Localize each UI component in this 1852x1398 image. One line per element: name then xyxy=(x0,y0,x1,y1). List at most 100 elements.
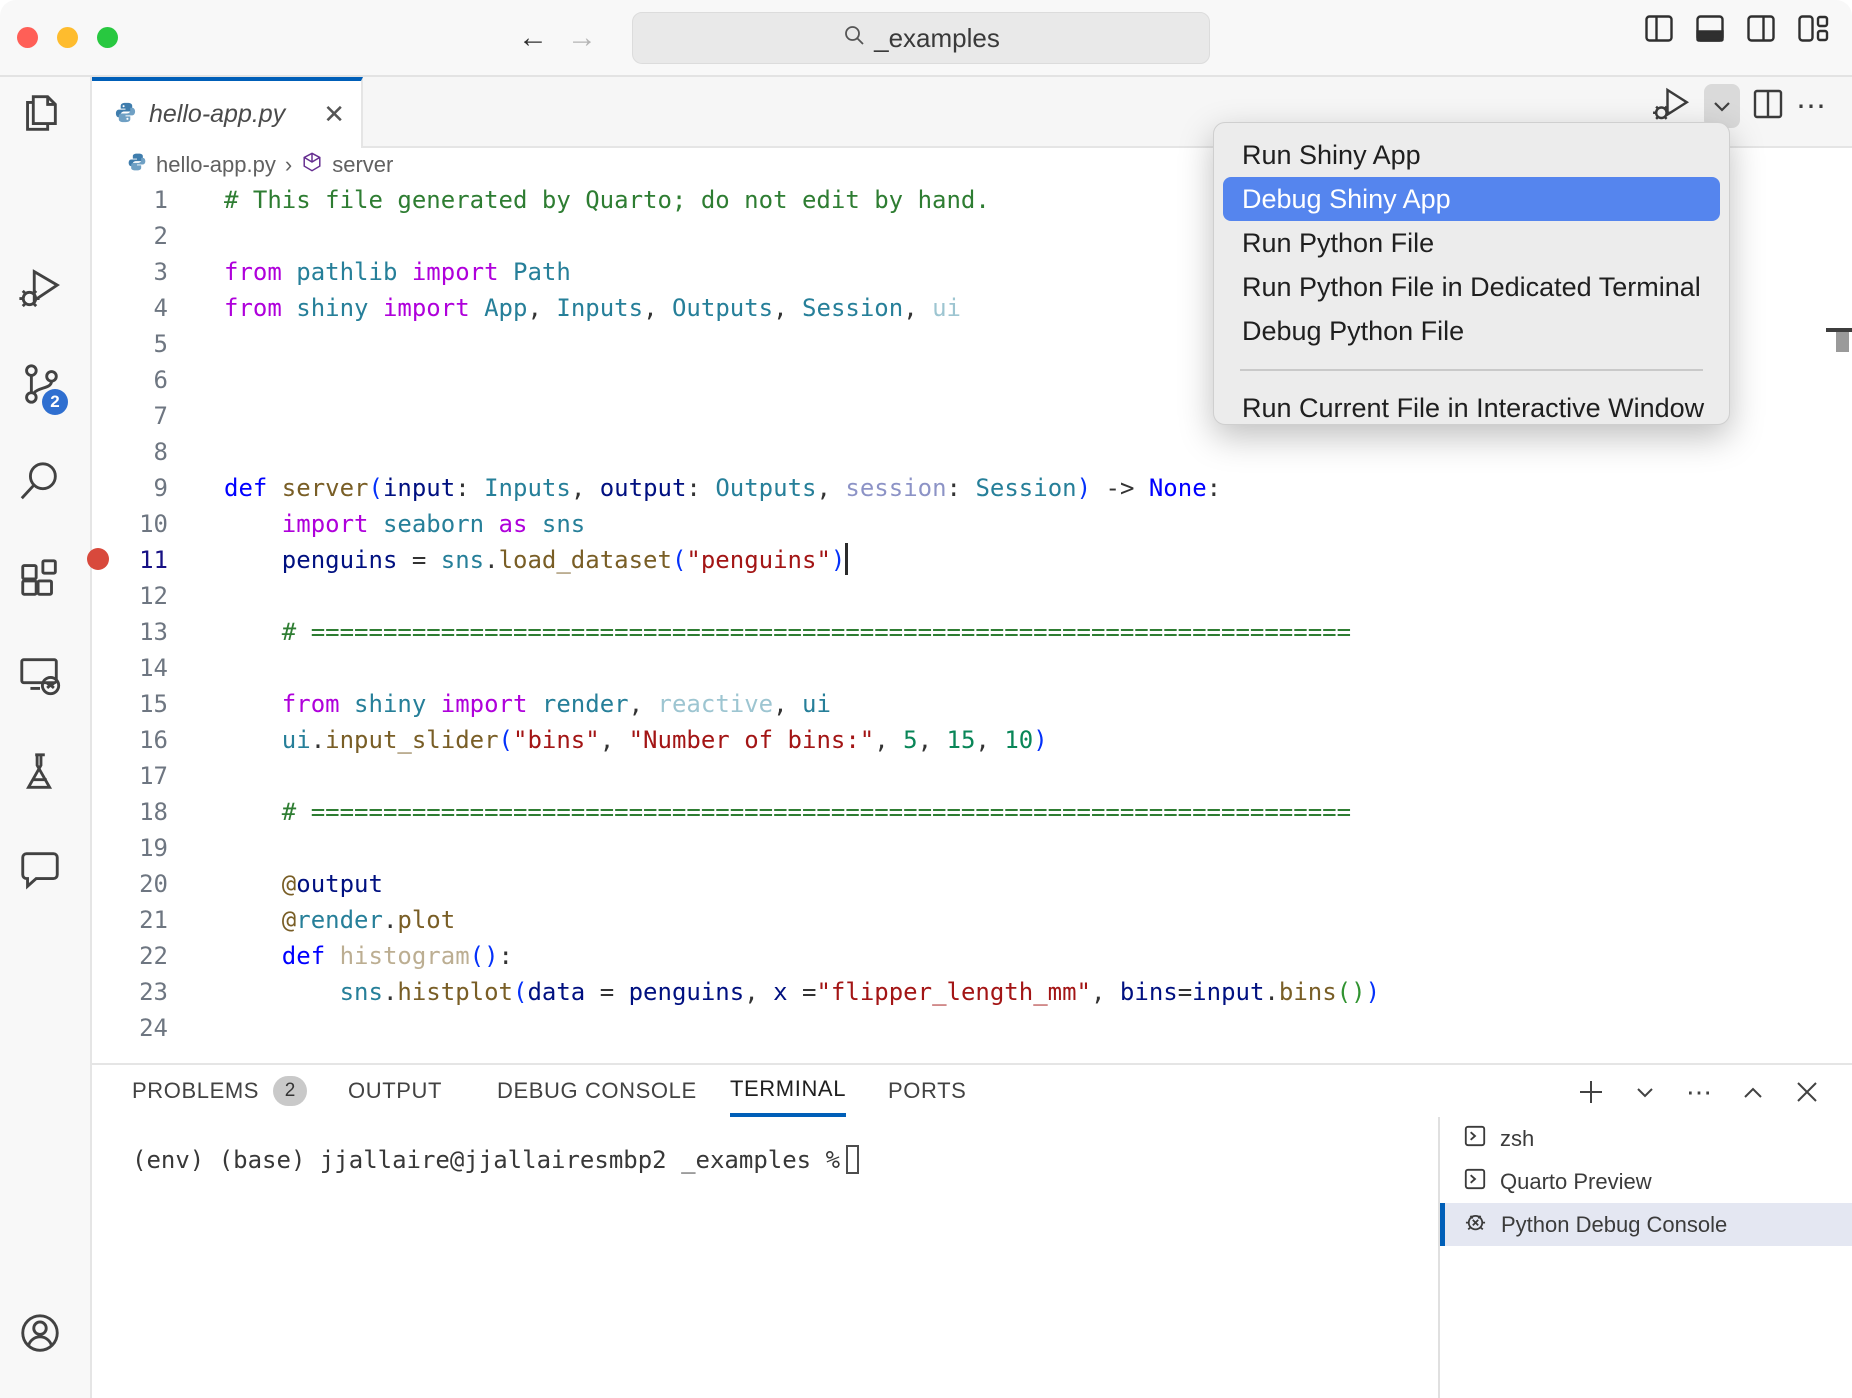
breadcrumb-separator: › xyxy=(285,152,292,178)
menu-item-run-current-file-interactive-window[interactable]: Run Current File in Interactive Window xyxy=(1223,386,1720,430)
code-line[interactable]: 12 xyxy=(92,578,1852,614)
code-line[interactable]: 16 ui.input_slider("bins", "Number of bi… xyxy=(92,722,1852,758)
close-window-button[interactable] xyxy=(17,27,38,48)
line-number[interactable]: 3 xyxy=(92,254,168,290)
menu-item-run-python-file[interactable]: Run Python File xyxy=(1223,221,1720,265)
source-control-badge: 2 xyxy=(42,389,68,415)
line-number[interactable]: 19 xyxy=(92,830,168,866)
more-actions-icon[interactable]: ⋯ xyxy=(1796,89,1828,124)
split-editor-icon[interactable] xyxy=(1752,88,1784,125)
line-number[interactable]: 9 xyxy=(92,470,168,506)
close-panel-icon[interactable] xyxy=(1792,1077,1822,1107)
line-number[interactable]: 5 xyxy=(92,326,168,362)
maximize-panel-icon[interactable] xyxy=(1738,1077,1768,1107)
line-number[interactable]: 22 xyxy=(92,938,168,974)
menu-item-run-python-file-dedicated-terminal[interactable]: Run Python File in Dedicated Terminal xyxy=(1223,265,1720,309)
line-number[interactable]: 24 xyxy=(92,1010,168,1046)
panel-tab-output[interactable]: OUTPUT xyxy=(348,1065,442,1117)
line-number[interactable]: 4 xyxy=(92,290,168,326)
code-line[interactable]: 17 xyxy=(92,758,1852,794)
panel-tab-label: OUTPUT xyxy=(348,1078,442,1104)
terminal-list-label: Quarto Preview xyxy=(1500,1169,1652,1195)
source-control-icon[interactable]: 2 xyxy=(17,361,63,407)
zoom-window-button[interactable] xyxy=(97,27,118,48)
toggle-primary-sidebar-icon[interactable] xyxy=(1645,15,1673,42)
remote-explorer-icon[interactable] xyxy=(17,652,63,698)
extensions-icon[interactable] xyxy=(17,555,63,601)
terminal-list-item-quarto-preview[interactable]: Quarto Preview xyxy=(1440,1160,1852,1203)
line-number[interactable]: 10 xyxy=(92,506,168,542)
code-text: @render.plot xyxy=(224,902,455,938)
back-arrow-icon[interactable]: ← xyxy=(515,20,551,56)
panel-tab-terminal[interactable]: TERMINAL xyxy=(730,1065,846,1117)
minimap-slider[interactable] xyxy=(1836,332,1849,352)
search-sidebar-icon[interactable] xyxy=(17,458,63,504)
terminal-list-item-python-debug-console[interactable]: Python Debug Console xyxy=(1440,1203,1852,1246)
panel-tab-debug-console[interactable]: DEBUG CONSOLE xyxy=(497,1065,697,1117)
code-line[interactable]: 18 # ===================================… xyxy=(92,794,1852,830)
line-number[interactable]: 8 xyxy=(92,434,168,470)
symbol-cube-icon xyxy=(301,151,323,179)
command-center-search[interactable]: _examples xyxy=(632,12,1210,64)
terminal-icon xyxy=(1462,1123,1488,1155)
run-and-debug-icon[interactable] xyxy=(17,264,63,310)
line-number[interactable]: 18 xyxy=(92,794,168,830)
line-number[interactable]: 13 xyxy=(92,614,168,650)
code-line[interactable]: 19 xyxy=(92,830,1852,866)
terminal-list-label: zsh xyxy=(1500,1126,1534,1152)
line-number[interactable]: 2 xyxy=(92,218,168,254)
code-line[interactable]: 22 def histogram(): xyxy=(92,938,1852,974)
terminal-list-item-zsh[interactable]: zsh xyxy=(1440,1117,1852,1160)
line-number[interactable]: 15 xyxy=(92,686,168,722)
code-line[interactable]: 24 xyxy=(92,1010,1852,1046)
code-line[interactable]: 8 xyxy=(92,434,1852,470)
breadcrumb-file[interactable]: hello-app.py xyxy=(156,152,276,178)
account-icon[interactable] xyxy=(17,1310,63,1356)
customize-layout-icon[interactable] xyxy=(1798,15,1828,42)
line-number[interactable]: 23 xyxy=(92,974,168,1010)
line-number[interactable]: 6 xyxy=(92,362,168,398)
code-line[interactable]: 13 # ===================================… xyxy=(92,614,1852,650)
line-number[interactable]: 20 xyxy=(92,866,168,902)
line-number[interactable]: 12 xyxy=(92,578,168,614)
line-number[interactable]: 14 xyxy=(92,650,168,686)
terminal-content[interactable]: (env) (base) jjallaire@jjallairesmbp2 _e… xyxy=(132,1145,859,1174)
menu-item-debug-shiny-app[interactable]: Debug Shiny App xyxy=(1223,177,1720,221)
code-line[interactable]: 11 penguins = sns.load_dataset("penguins… xyxy=(92,542,1852,578)
toggle-panel-icon[interactable] xyxy=(1696,15,1724,42)
code-text: # This file generated by Quarto; do not … xyxy=(224,182,990,218)
panel-tab-problems[interactable]: PROBLEMS 2 xyxy=(132,1065,307,1117)
testing-icon[interactable] xyxy=(17,749,63,795)
menu-item-run-shiny-app[interactable]: Run Shiny App xyxy=(1223,133,1720,177)
menu-item-debug-python-file[interactable]: Debug Python File xyxy=(1223,309,1720,353)
terminal-list-label: Python Debug Console xyxy=(1501,1212,1727,1238)
forward-arrow-icon[interactable]: → xyxy=(564,20,600,56)
code-line[interactable]: 15 from shiny import render, reactive, u… xyxy=(92,686,1852,722)
explorer-icon[interactable] xyxy=(17,90,63,136)
code-line[interactable]: 23 sns.histplot(data = penguins, x ="fli… xyxy=(92,974,1852,1010)
activity-bar: 2 1 xyxy=(0,77,92,1398)
line-number[interactable]: 17 xyxy=(92,758,168,794)
code-line[interactable]: 20 @output xyxy=(92,866,1852,902)
terminal-profile-chevron-icon[interactable] xyxy=(1630,1077,1660,1107)
menu-separator xyxy=(1240,369,1703,371)
new-terminal-icon[interactable] xyxy=(1576,1077,1606,1107)
panel-more-actions-icon[interactable]: ⋯ xyxy=(1684,1077,1714,1107)
code-line[interactable]: 10 import seaborn as sns xyxy=(92,506,1852,542)
line-number[interactable]: 7 xyxy=(92,398,168,434)
tab-hello-app[interactable]: hello-app.py ✕ xyxy=(92,77,363,148)
line-number[interactable]: 16 xyxy=(92,722,168,758)
code-line[interactable]: 14 xyxy=(92,650,1852,686)
code-line[interactable]: 9def server(input: Inputs, output: Outpu… xyxy=(92,470,1852,506)
breakpoint-dot[interactable] xyxy=(87,548,109,570)
line-number[interactable]: 21 xyxy=(92,902,168,938)
breadcrumb-symbol[interactable]: server xyxy=(332,152,393,178)
code-text: from pathlib import Path xyxy=(224,254,571,290)
toggle-secondary-sidebar-icon[interactable] xyxy=(1747,15,1775,42)
line-number[interactable]: 1 xyxy=(92,182,168,218)
minimize-window-button[interactable] xyxy=(57,27,78,48)
panel-tab-ports[interactable]: PORTS xyxy=(888,1065,966,1117)
close-tab-icon[interactable]: ✕ xyxy=(323,99,345,130)
code-line[interactable]: 21 @render.plot xyxy=(92,902,1852,938)
chat-icon[interactable] xyxy=(17,846,63,892)
